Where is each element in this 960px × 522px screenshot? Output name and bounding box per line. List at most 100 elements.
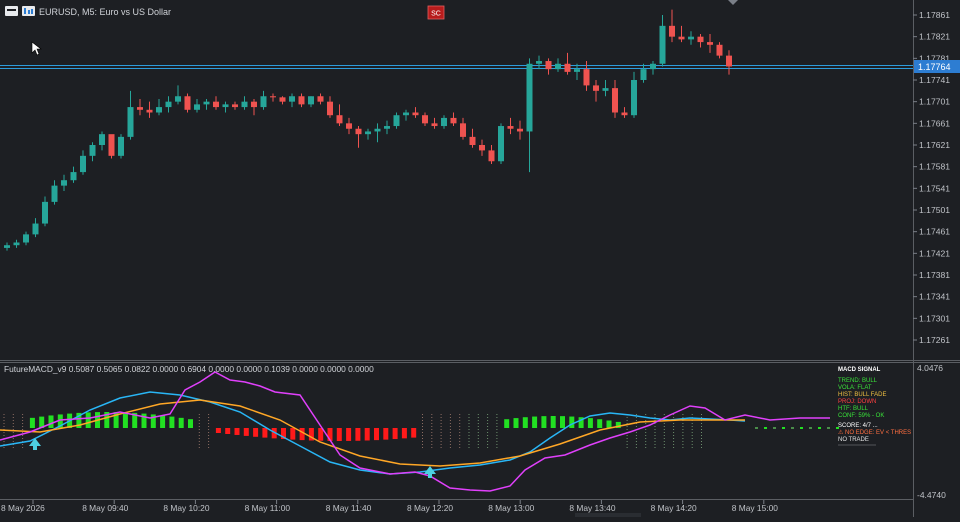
histogram-bar: [262, 428, 268, 438]
histogram-bar: [122, 412, 128, 428]
signal-warning: ⚠ NO EDGE: EV < THRES: [838, 429, 911, 436]
candle-body: [61, 180, 67, 186]
candle-body: [146, 109, 153, 113]
candle-body: [108, 134, 115, 156]
candle-body: [507, 126, 514, 129]
histogram-bar: [532, 416, 538, 428]
candle-body: [165, 101, 172, 108]
histogram-tick-mark: [773, 427, 776, 429]
candle-body: [612, 88, 618, 113]
candle-body: [697, 36, 704, 43]
candle-body: [602, 88, 609, 91]
candle-body: [317, 96, 324, 102]
candle-body: [716, 44, 723, 56]
time-label: 8 May 2026: [1, 503, 45, 513]
histogram-bar: [290, 428, 296, 440]
current-price-label: 1.17764: [918, 62, 951, 72]
candle-body: [545, 61, 552, 70]
candle-body: [374, 128, 381, 132]
histogram-tick-mark: [800, 427, 803, 429]
mode-badge[interactable]: SC: [427, 5, 445, 20]
candle-body: [194, 104, 200, 110]
candle-body: [574, 69, 580, 72]
time-label: 8 May 09:40: [82, 503, 128, 513]
mode-badge-label: SC: [431, 11, 441, 18]
histogram-tick-mark: [827, 427, 830, 429]
candle-body: [707, 42, 713, 45]
histogram-bar: [346, 428, 352, 441]
candle-body: [669, 25, 675, 37]
histogram-bar: [178, 417, 184, 428]
histogram-tick-mark: [764, 427, 767, 429]
horizontal-scrollbar[interactable]: [575, 513, 641, 517]
candle-body: [412, 112, 419, 116]
candle-body: [251, 101, 257, 108]
histogram-bar: [587, 418, 593, 428]
price-label: 1.17701: [919, 97, 950, 107]
window-menu-icon[interactable]: [5, 6, 18, 16]
histogram-bar: [364, 428, 370, 441]
time-axis[interactable]: 8 May 2026 8 May 09:40 8 May 10:20 8 May 11…: [1, 500, 778, 513]
time-label: 8 May 10:20: [163, 503, 209, 513]
price-label: 1.17741: [919, 75, 950, 85]
candle-body: [23, 234, 29, 243]
histogram-tick-mark: [782, 427, 785, 429]
candle-body: [365, 131, 371, 135]
candle-body: [241, 101, 248, 108]
candle: [498, 123, 504, 164]
histogram-bar: [299, 428, 305, 441]
histogram-bar: [160, 415, 166, 428]
candle-body: [564, 63, 571, 72]
histogram-bar: [550, 416, 556, 428]
price-label: 1.17381: [919, 270, 950, 280]
candle-body: [422, 115, 428, 124]
candle-body: [89, 145, 96, 156]
candle-body: [583, 69, 590, 86]
candle-body: [555, 63, 561, 70]
candle-body: [488, 150, 495, 162]
histogram-tick-mark: [818, 427, 821, 429]
candle-body: [384, 126, 390, 129]
histogram-bar: [411, 428, 417, 438]
candle-body: [536, 61, 542, 64]
price-label: 1.17301: [919, 313, 950, 323]
price-label: 1.17461: [919, 227, 950, 237]
signal-panel-title: MACD SIGNAL: [838, 367, 881, 373]
candle-body: [688, 36, 694, 40]
candle-body: [346, 123, 352, 129]
candle-body: [222, 104, 229, 108]
candle-body: [441, 117, 447, 127]
histogram-bar: [48, 415, 54, 428]
candle-body: [270, 96, 276, 98]
main-plot-area[interactable]: [0, 0, 913, 359]
histogram-bar: [169, 416, 175, 428]
price-label: 1.17421: [919, 248, 950, 258]
candle-body: [403, 112, 409, 116]
candle-body: [80, 155, 86, 173]
signal-htf: HTF: BULL: [838, 406, 869, 412]
candle-body: [469, 136, 476, 145]
candle-body: [450, 117, 457, 124]
candle-body: [70, 172, 77, 181]
signal-line: [0, 399, 745, 467]
candle-body: [184, 96, 191, 110]
signal-volatility: VOLA: FLAT: [838, 385, 872, 391]
candle-body: [232, 104, 238, 108]
candle-body: [431, 123, 438, 127]
histogram-bar: [253, 428, 259, 437]
candle-body: [327, 101, 333, 116]
price-label: 1.17501: [919, 205, 950, 215]
time-label: 8 May 15:00: [732, 503, 778, 513]
candle-body: [99, 134, 105, 145]
price-label: 1.17261: [919, 335, 950, 345]
histogram-tick-mark: [755, 427, 758, 429]
candle-body: [289, 96, 295, 102]
signal-histogram: HIST: BULL FADE: [838, 392, 886, 398]
candle-body: [175, 96, 181, 102]
histogram-bar: [336, 428, 342, 441]
chart-canvas[interactable]: EURUSD, M5: Euro vs US Dollar SC 1.17861…: [0, 0, 960, 517]
histogram-bar: [522, 417, 528, 428]
symbol-chart-icon[interactable]: [22, 6, 35, 16]
candle-body: [42, 201, 48, 224]
candle-body: [308, 96, 314, 105]
